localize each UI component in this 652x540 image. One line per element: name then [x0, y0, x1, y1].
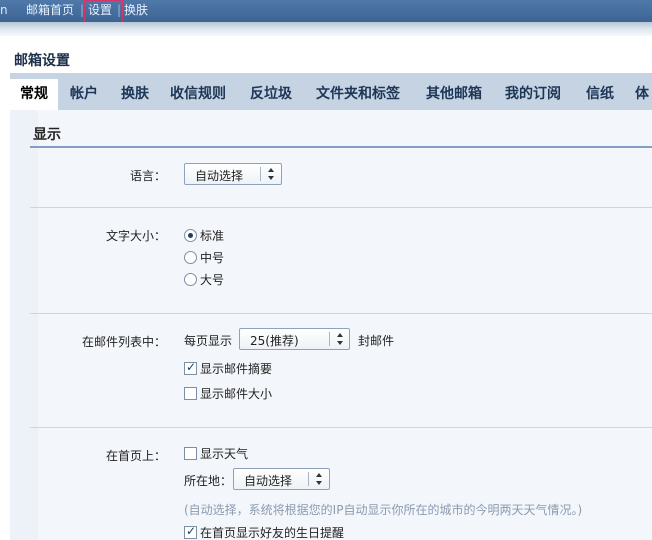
font-size-standard-label: 标准 [200, 229, 225, 243]
section-divider [30, 313, 652, 314]
tab-account[interactable]: 帐户 [70, 81, 98, 110]
font-size-standard-radio[interactable] [184, 229, 197, 242]
show-size-label: 显示邮件大小 [200, 387, 273, 401]
tab-general[interactable]: 常规 [10, 79, 58, 110]
show-weather-checkbox[interactable] [184, 447, 197, 460]
tab-receive-rules[interactable]: 收信规则 [170, 81, 226, 110]
tab-stationery[interactable]: 信纸 [586, 81, 614, 110]
nav-link-mailbox-home[interactable]: 邮箱首页 [26, 2, 74, 18]
select-divider [308, 472, 309, 486]
updown-arrows-icon [267, 166, 275, 182]
section-rule [30, 146, 652, 148]
language-select-value: 自动选择 [195, 169, 244, 183]
select-divider [260, 167, 261, 181]
location-select-value: 自动选择 [244, 474, 293, 488]
tab-more[interactable]: 体 [635, 81, 649, 110]
font-size-medium-radio[interactable] [184, 251, 197, 264]
page-title: 邮箱设置 [14, 53, 70, 69]
show-birthday-checkbox[interactable] [184, 524, 197, 539]
show-summary-checkbox[interactable] [184, 360, 197, 375]
per-page-suffix: 封邮件 [358, 334, 395, 348]
nav-gripper: n [0, 3, 8, 17]
tab-my-subscriptions[interactable]: 我的订阅 [505, 81, 561, 110]
show-summary-label: 显示邮件摘要 [200, 362, 273, 376]
font-size-medium-label: 中号 [200, 251, 225, 265]
language-label: 语言： [129, 169, 166, 183]
per-page-prefix: 每页显示 [184, 334, 233, 348]
tab-anti-spam[interactable]: 反垃圾 [250, 81, 292, 110]
font-size-large-label: 大号 [200, 273, 225, 287]
show-birthday-label: 在首页显示好友的生日提醒 [200, 526, 345, 540]
nav-link-skin[interactable]: 换肤 [124, 2, 148, 18]
section-divider [30, 427, 652, 428]
font-size-large-radio[interactable] [184, 273, 197, 286]
font-size-label: 文字大小： [105, 229, 166, 243]
home-page-label: 在首页上： [105, 449, 166, 463]
tab-skin[interactable]: 换肤 [121, 81, 149, 110]
show-size-checkbox[interactable] [184, 387, 197, 400]
settings-tab-bar: 常规 帐户 换肤 收信规则 反垃圾 文件夹和标签 其他邮箱 我的订阅 信纸 体 [10, 73, 652, 110]
per-page-select-value: 25(推荐) [250, 334, 299, 348]
updown-arrows-icon [315, 471, 323, 487]
show-weather-label: 显示天气 [200, 447, 249, 461]
section-title-display: 显示 [33, 127, 61, 143]
language-select[interactable]: 自动选择 [184, 163, 282, 185]
header-banner [0, 22, 652, 36]
select-divider [329, 332, 330, 346]
per-page-select[interactable]: 25(推荐) [239, 328, 350, 350]
location-label: 所在地： [184, 474, 233, 488]
tab-folders-and-labels[interactable]: 文件夹和标签 [316, 81, 400, 110]
location-hint: (自动选择，系统将根据您的IP自动显示你所在的城市的今明两天天气情况。) [184, 503, 583, 517]
location-select[interactable]: 自动选择 [233, 468, 330, 490]
tab-other-mailboxes[interactable]: 其他邮箱 [426, 81, 482, 110]
mail-list-label: 在邮件列表中： [81, 335, 166, 349]
updown-arrows-icon [336, 331, 344, 347]
section-divider [30, 207, 652, 208]
